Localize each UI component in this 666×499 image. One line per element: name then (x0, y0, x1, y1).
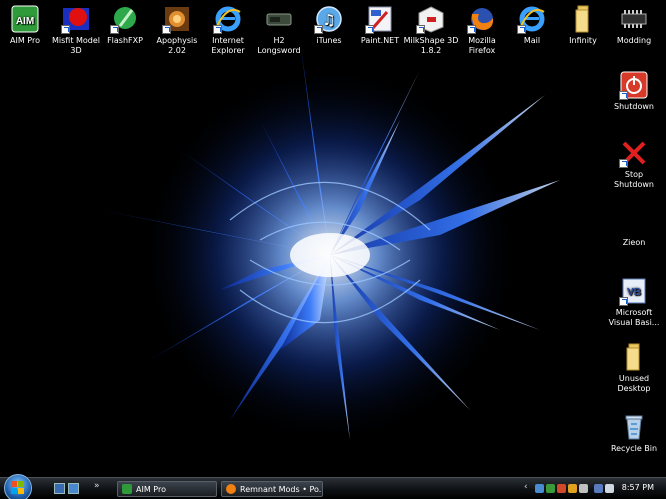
desktop-icon-label: Modding (616, 36, 652, 45)
desktop-icon-modding[interactable]: Modding (606, 4, 662, 46)
shortcut-arrow-icon (467, 25, 476, 34)
firefox-icon (467, 4, 497, 34)
desktop-icon-label: Misfit Model 3D (51, 36, 101, 55)
apophysis-icon (162, 4, 192, 34)
desktop-icon-itunes[interactable]: ♫ iTunes (301, 4, 357, 46)
desktop-icon-label: MilkShape 3D 1.8.2 (403, 36, 459, 55)
itunes-icon: ♫ (314, 4, 344, 34)
show-desktop-icon[interactable] (54, 483, 65, 494)
desktop-icon-milkshape[interactable]: MilkShape 3D 1.8.2 (403, 4, 459, 56)
desktop-icon-label: Unused Desktop (617, 374, 651, 393)
desktop-icon-recycle-bin[interactable]: Recycle Bin (606, 412, 662, 454)
desktop-icon-label: Zieon (622, 238, 646, 247)
misfit-model-icon (61, 4, 91, 34)
shortcut-arrow-icon (162, 25, 171, 34)
folder-icon (568, 4, 598, 34)
desktop-icon-mail[interactable]: Mail (504, 4, 560, 46)
desktop-icon-infinity[interactable]: Infinity (555, 4, 611, 46)
desktop-icon-h2-longsword[interactable]: H2 Longsword (251, 4, 307, 56)
folder-icon (619, 342, 649, 372)
tray-chevron[interactable]: ‹ (524, 482, 528, 492)
desktop-icon-label: Mozilla Firefox (468, 36, 496, 55)
internet-explorer-icon (213, 4, 243, 34)
tray-app-icon[interactable] (568, 484, 577, 493)
flashfxp-icon (110, 4, 140, 34)
tray-app-icon[interactable] (557, 484, 566, 493)
taskbar-button-label: AIM Pro (136, 485, 166, 494)
taskbar: » AIM Pro Remnant Mods • Po... ‹ 8:57 PM (0, 474, 666, 499)
svg-text:♫: ♫ (322, 11, 335, 29)
recycle-bin-icon (619, 412, 649, 442)
h2-longsword-icon (264, 4, 294, 34)
shortcut-arrow-icon (517, 25, 526, 34)
system-tray: ‹ 8:57 PM (520, 480, 664, 498)
desktop-icon-stop-shutdown[interactable]: Stop Shutdown (606, 138, 662, 190)
tray-app-icon[interactable] (579, 484, 588, 493)
desktop-icon-label: Paint.NET (360, 36, 400, 45)
wallpaper (100, 40, 560, 445)
memory-chip-icon (619, 4, 649, 34)
paint-net-icon (365, 4, 395, 34)
clock[interactable]: 8:57 PM (622, 483, 654, 492)
switch-windows-icon[interactable] (68, 483, 79, 494)
stop-shutdown-icon (619, 138, 649, 168)
tray-app-icon[interactable] (594, 484, 603, 493)
shortcut-arrow-icon (619, 159, 628, 168)
start-button[interactable] (4, 474, 32, 499)
desktop-icon-apophysis[interactable]: Apophysis 2.02 (149, 4, 205, 56)
desktop-icon-label: Recycle Bin (610, 444, 658, 453)
svg-text:VB: VB (627, 287, 641, 298)
desktop-icon-unused-desktop[interactable]: Unused Desktop (606, 342, 662, 394)
desktop-icon-label: Infinity (569, 36, 597, 45)
shortcut-arrow-icon (314, 25, 323, 34)
volume-icon[interactable] (605, 484, 614, 493)
taskbar-button-label: Remnant Mods • Po... (240, 485, 323, 494)
desktop-icon-label: H2 Longsword (257, 36, 301, 55)
network-icon[interactable] (535, 484, 544, 493)
shortcut-arrow-icon (365, 25, 374, 34)
desktop-icon-visual-basic[interactable]: VB Microsoft Visual Basi... (606, 276, 662, 328)
desktop-icon-internet-explorer[interactable]: Internet Explorer (200, 4, 256, 56)
desktop-icon-misfit-model[interactable]: Misfit Model 3D (48, 4, 104, 56)
blank-icon (619, 206, 649, 236)
desktop-icon-flashfxp[interactable]: FlashFXP (97, 4, 153, 46)
milkshape-icon (416, 4, 446, 34)
visual-basic-icon: VB (619, 276, 649, 306)
desktop-icon-label: Stop Shutdown (614, 170, 654, 189)
desktop: AIM AIM Pro Misfit Model 3D FlashFXP Apo… (0, 0, 666, 499)
security-icon[interactable] (546, 484, 555, 493)
shortcut-arrow-icon (619, 297, 628, 306)
shortcut-arrow-icon (61, 25, 70, 34)
desktop-icon-label: FlashFXP (107, 36, 143, 45)
aim-pro-icon: AIM (10, 4, 40, 34)
desktop-icon-firefox[interactable]: Mozilla Firefox (454, 4, 510, 56)
desktop-icon-paint-net[interactable]: Paint.NET (352, 4, 408, 46)
taskbar-button-aim-pro[interactable]: AIM Pro (117, 481, 217, 497)
desktop-icon-aim-pro[interactable]: AIM AIM Pro (0, 4, 53, 46)
windows-logo-icon (11, 481, 24, 494)
desktop-icon-zieon[interactable]: Zieon (606, 206, 662, 248)
firefox-icon (226, 484, 236, 494)
aim-pro-icon (122, 484, 132, 494)
desktop-icon-label: Internet Explorer (211, 36, 245, 55)
shutdown-icon (619, 70, 649, 100)
desktop-icon-label: iTunes (316, 36, 342, 45)
desktop-icon-label: Apophysis 2.02 (156, 36, 198, 55)
desktop-icon-label: Shutdown (614, 102, 654, 111)
shortcut-arrow-icon (213, 25, 222, 34)
shortcut-arrow-icon (619, 91, 628, 100)
quick-launch-chevron[interactable]: » (94, 481, 100, 491)
mail-icon (517, 4, 547, 34)
desktop-icon-label: Microsoft Visual Basi... (608, 308, 660, 327)
desktop-icon-label: Mail (523, 36, 541, 45)
svg-text:AIM: AIM (16, 16, 34, 27)
taskbar-button-firefox[interactable]: Remnant Mods • Po... (221, 481, 323, 497)
shortcut-arrow-icon (110, 25, 119, 34)
shortcut-arrow-icon (416, 25, 425, 34)
desktop-icon-label: AIM Pro (10, 36, 40, 45)
desktop-icon-shutdown[interactable]: Shutdown (606, 70, 662, 112)
